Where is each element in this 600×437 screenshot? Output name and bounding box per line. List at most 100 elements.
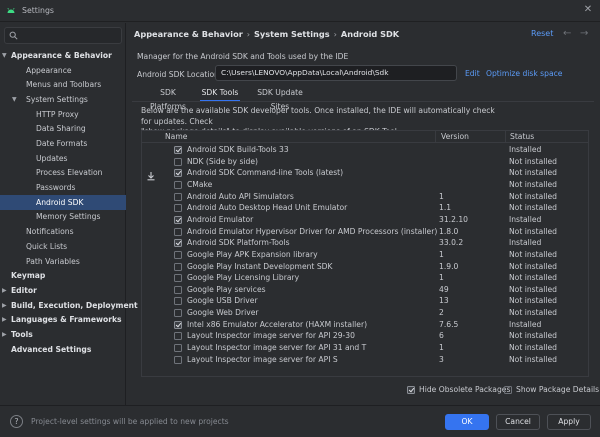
row-checkbox[interactable] bbox=[174, 157, 182, 166]
table-row[interactable]: Google Play Instant Development SDK 1.9.0… bbox=[142, 261, 588, 273]
chevron-right-icon[interactable]: ▶ bbox=[2, 312, 7, 327]
row-checkbox[interactable] bbox=[174, 262, 182, 271]
row-checkbox[interactable] bbox=[174, 344, 182, 353]
row-checkbox[interactable] bbox=[174, 204, 182, 213]
row-checkbox[interactable] bbox=[174, 309, 182, 318]
sidebar-item-label: Android SDK bbox=[36, 197, 84, 207]
row-checkbox[interactable] bbox=[174, 146, 182, 154]
table-row[interactable]: Android SDK Command-line Tools (latest) N… bbox=[142, 167, 588, 179]
sidebar-item-keymap[interactable]: Keymap bbox=[0, 268, 126, 283]
sidebar-item-http-proxy[interactable]: HTTP Proxy bbox=[0, 107, 126, 122]
edit-link[interactable]: Edit bbox=[465, 69, 480, 78]
row-checkbox[interactable] bbox=[174, 250, 182, 259]
column-header-status[interactable]: Status bbox=[510, 132, 534, 141]
row-checkbox[interactable] bbox=[174, 355, 182, 364]
sidebar-item-notifications[interactable]: Notifications bbox=[0, 224, 126, 239]
search-icon bbox=[9, 31, 18, 40]
sidebar-item-build-execution-deployment[interactable]: ▶ Build, Execution, Deployment bbox=[0, 298, 138, 313]
table-row[interactable]: Layout Inspector image server for API S 3… bbox=[142, 354, 588, 366]
row-checkbox[interactable] bbox=[174, 215, 182, 224]
cell-status: Not installed bbox=[509, 203, 557, 213]
table-row[interactable]: Google Play APK Expansion library 1 Not in… bbox=[142, 249, 588, 261]
table-row[interactable]: Android SDK Build-Tools 33 Installed bbox=[142, 144, 588, 156]
sidebar-item-data-sharing[interactable]: Data Sharing bbox=[0, 121, 126, 136]
row-checkbox[interactable] bbox=[174, 297, 182, 306]
sidebar-item-date-formats[interactable]: Date Formats bbox=[0, 136, 126, 151]
table-row[interactable]: Layout Inspector image server for API 31… bbox=[142, 342, 588, 354]
column-header-version[interactable]: Version bbox=[441, 132, 469, 141]
row-checkbox[interactable] bbox=[174, 285, 182, 294]
dialog-footer: ? Project-level settings will be applied… bbox=[0, 405, 600, 437]
table-row[interactable]: Android SDK Platform-Tools 33.0.2 Installe… bbox=[142, 237, 588, 249]
checkbox-box[interactable] bbox=[504, 386, 512, 394]
table-row[interactable]: Intel x86 Emulator Accelerator (HAXM ins… bbox=[142, 319, 588, 331]
table-row[interactable]: Android Auto API Simulators 1 Not installe… bbox=[142, 191, 588, 203]
sidebar-item-label: Keymap bbox=[11, 271, 46, 281]
cancel-button[interactable]: Cancel bbox=[496, 414, 540, 430]
row-checkbox[interactable] bbox=[174, 332, 182, 341]
sidebar-item-appearance[interactable]: Appearance bbox=[0, 63, 126, 78]
chevron-right-icon[interactable]: ▶ bbox=[2, 283, 7, 298]
sidebar-item-path-variables[interactable]: Path Variables bbox=[0, 254, 126, 269]
settings-sidebar: ▼ Appearance & Behavior Appearance Menus an… bbox=[0, 23, 138, 405]
sidebar-item-menus-and-toolbars[interactable]: Menus and Toolbars bbox=[0, 77, 126, 92]
table-row[interactable]: Google Web Driver 2 Not installed bbox=[142, 307, 588, 319]
sidebar-item-passwords[interactable]: Passwords bbox=[0, 180, 126, 195]
table-row[interactable]: Google USB Driver 13 Not installed bbox=[142, 295, 588, 307]
row-checkbox[interactable] bbox=[174, 239, 182, 248]
sidebar-item-android-sdk[interactable]: Android SDK bbox=[0, 194, 126, 210]
tab-sdk-tools[interactable]: SDK Tools bbox=[200, 86, 240, 102]
sidebar-item-label: Path Variables bbox=[26, 256, 80, 266]
row-checkbox[interactable] bbox=[174, 180, 182, 189]
help-icon[interactable]: ? bbox=[10, 415, 23, 428]
chevron-down-icon[interactable]: ▼ bbox=[12, 92, 17, 107]
sidebar-item-process-elevation[interactable]: Process Elevation bbox=[0, 165, 126, 180]
close-icon[interactable]: ✕ bbox=[581, 3, 595, 17]
cell-version: 2 bbox=[439, 308, 444, 318]
table-row[interactable]: CMake Not installed bbox=[142, 179, 588, 191]
sidebar-item-editor[interactable]: ▶ Editor bbox=[0, 283, 126, 298]
cell-status: Not installed bbox=[509, 249, 557, 259]
show-package-details-label: Show Package Details bbox=[516, 385, 600, 394]
row-checkbox[interactable] bbox=[174, 320, 182, 329]
sidebar-item-memory-settings[interactable]: Memory Settings bbox=[0, 209, 126, 224]
cell-status: Not installed bbox=[509, 179, 557, 189]
ok-button[interactable]: OK bbox=[445, 414, 489, 430]
sidebar-item-appearance-behavior[interactable]: ▼ Appearance & Behavior bbox=[0, 48, 126, 63]
row-checkbox[interactable] bbox=[174, 192, 182, 201]
table-row[interactable]: NDK (Side by side) Not installed bbox=[142, 156, 588, 168]
tab-sdk-update-sites[interactable]: SDK Update Sites bbox=[249, 86, 311, 111]
row-checkbox[interactable] bbox=[174, 227, 182, 236]
back-arrow-icon[interactable]: ← bbox=[563, 28, 571, 39]
table-row[interactable]: Layout Inspector image server for API 29… bbox=[142, 330, 588, 342]
chevron-right-icon[interactable]: ▶ bbox=[2, 327, 7, 342]
sidebar-item-updates[interactable]: Updates bbox=[0, 151, 126, 166]
table-row[interactable]: Google Play services 49 Not installed bbox=[142, 284, 588, 296]
sidebar-item-tools[interactable]: ▶ Tools bbox=[0, 327, 126, 342]
checkbox-box[interactable] bbox=[407, 386, 415, 394]
apply-button[interactable]: Apply bbox=[547, 414, 591, 430]
tab-sdk-platforms[interactable]: SDK Platforms bbox=[142, 86, 194, 111]
sidebar-item-label: Appearance bbox=[26, 65, 72, 75]
search-input[interactable] bbox=[4, 27, 122, 44]
chevron-right-icon[interactable]: ▶ bbox=[2, 298, 7, 313]
sidebar-item-languages-frameworks[interactable]: ▶ Languages & Frameworks bbox=[0, 312, 126, 327]
forward-arrow-icon[interactable]: → bbox=[580, 28, 588, 39]
chevron-down-icon[interactable]: ▼ bbox=[2, 48, 7, 63]
table-row[interactable]: Android Emulator Hypervisor Driver for A… bbox=[142, 226, 588, 238]
sdk-location-field[interactable]: C:\Users\LENOVO\AppData\Local\Android\Sd… bbox=[215, 65, 457, 81]
sidebar-item-advanced-settings[interactable]: Advanced Settings bbox=[0, 342, 126, 357]
row-checkbox[interactable] bbox=[174, 274, 182, 283]
table-row[interactable]: Android Emulator 31.2.10 Installed bbox=[142, 214, 588, 226]
sidebar-item-system-settings[interactable]: ▼ System Settings bbox=[0, 92, 126, 107]
cell-version: 33.0.2 bbox=[439, 238, 464, 248]
table-row[interactable]: Android Auto Desktop Head Unit Emulator 1… bbox=[142, 202, 588, 214]
cell-status: Not installed bbox=[509, 296, 557, 306]
optimize-disk-space-link[interactable]: Optimize disk space bbox=[486, 69, 562, 78]
row-checkbox[interactable] bbox=[174, 169, 182, 178]
sidebar-item-quick-lists[interactable]: Quick Lists bbox=[0, 239, 126, 254]
reset-link[interactable]: Reset bbox=[531, 29, 553, 38]
table-row[interactable]: Google Play Licensing Library 1 Not instal… bbox=[142, 272, 588, 284]
column-header-name[interactable]: Name bbox=[165, 132, 187, 141]
cell-name: Google Play services bbox=[187, 284, 266, 294]
